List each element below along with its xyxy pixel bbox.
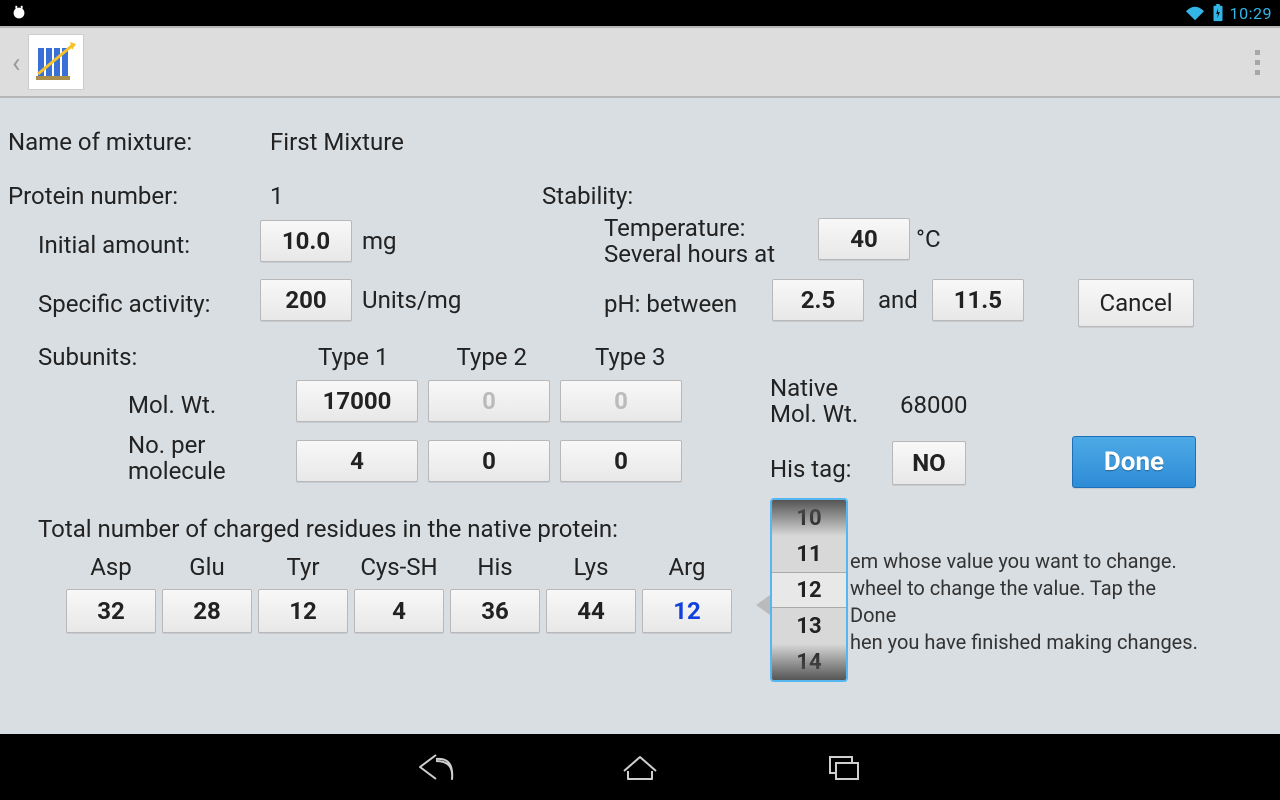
picker-item[interactable]: 11 [772, 536, 846, 572]
picker-item-selected[interactable]: 12 [772, 572, 846, 608]
action-bar: ‹ [0, 26, 1280, 98]
residue-input-lys[interactable]: 44 [546, 589, 636, 633]
nav-back-icon[interactable] [414, 751, 458, 783]
residue-input-glu[interactable]: 28 [162, 589, 252, 633]
wifi-icon [1184, 4, 1206, 22]
input-mw-type1[interactable]: 17000 [296, 380, 418, 422]
residue-input-asp[interactable]: 32 [66, 589, 156, 633]
value-protein-number: 1 [270, 182, 284, 210]
picker-item[interactable]: 10 [772, 500, 846, 536]
label-type1: Type 1 [318, 343, 388, 371]
residue-label-arg: Arg [668, 553, 705, 581]
unit-mg: mg [362, 227, 397, 255]
nav-home-icon[interactable] [618, 751, 662, 783]
overflow-menu-icon[interactable] [1247, 42, 1268, 83]
label-type2: Type 2 [456, 343, 526, 371]
label-temperature: Temperature: Several hours at [604, 215, 775, 268]
picker-item[interactable]: 13 [772, 608, 846, 644]
residue-input-cys[interactable]: 4 [354, 589, 444, 633]
residue-label-cys: Cys-SH [360, 553, 437, 581]
label-specific-activity: Specific activity: [38, 290, 210, 318]
input-specific-activity[interactable]: 200 [260, 279, 352, 321]
label-no-per-molecule: No. per molecule [128, 432, 226, 485]
residue-label-lys: Lys [573, 553, 608, 581]
label-native-mol-wt: Native Mol. Wt. [770, 375, 858, 428]
label-protein-number: Protein number: [8, 182, 178, 210]
label-subunits: Subunits: [38, 343, 137, 371]
status-bar: 10:29 [0, 0, 1280, 26]
input-ph-high[interactable]: 11.5 [932, 279, 1024, 321]
residue-input-arg[interactable]: 12 [642, 589, 732, 633]
cancel-button[interactable]: Cancel [1078, 279, 1194, 327]
nav-recent-icon[interactable] [822, 751, 866, 783]
label-and: and [878, 286, 918, 314]
input-initial-amount[interactable]: 10.0 [260, 220, 352, 262]
label-total-residues: Total number of charged residues in the … [38, 515, 618, 543]
label-his-tag: His tag: [770, 455, 852, 483]
input-mw-type3[interactable]: 0 [560, 380, 682, 422]
status-time: 10:29 [1230, 4, 1272, 23]
residue-label-tyr: Tyr [287, 553, 320, 581]
unit-unitsmg: Units/mg [362, 286, 461, 314]
app-icon[interactable] [28, 34, 84, 90]
back-caret-icon[interactable]: ‹ [12, 46, 20, 79]
unit-degc: °C [916, 225, 941, 253]
battery-charging-icon [1212, 4, 1224, 22]
residue-label-asp: Asp [90, 553, 132, 581]
value-native-mol-wt: 68000 [900, 391, 967, 419]
input-num-type3[interactable]: 0 [560, 440, 682, 482]
value-mixture-name: First Mixture [270, 128, 404, 156]
input-num-type2[interactable]: 0 [428, 440, 550, 482]
residue-label-his: His [477, 553, 512, 581]
input-mw-type2[interactable]: 0 [428, 380, 550, 422]
done-button[interactable]: Done [1072, 436, 1196, 488]
input-ph-low[interactable]: 2.5 [772, 279, 864, 321]
form-content: Name of mixture: First Mixture Protein n… [0, 98, 1280, 734]
picker-item[interactable]: 14 [772, 644, 846, 680]
number-picker[interactable]: 10 11 12 13 14 [770, 498, 848, 682]
label-stability: Stability: [542, 182, 633, 210]
toggle-his-tag[interactable]: NO [892, 441, 966, 485]
picker-arrow-icon [756, 595, 770, 615]
label-ph-between: pH: between [604, 290, 737, 318]
input-temperature[interactable]: 40 [818, 218, 910, 260]
residue-input-his[interactable]: 36 [450, 589, 540, 633]
label-type3: Type 3 [595, 343, 665, 371]
label-mixture-name: Name of mixture: [8, 128, 192, 156]
residue-input-tyr[interactable]: 12 [258, 589, 348, 633]
label-initial-amount: Initial amount: [38, 231, 190, 259]
residue-label-glu: Glu [189, 553, 224, 581]
label-mol-wt: Mol. Wt. [128, 391, 216, 419]
system-nav-bar [0, 734, 1280, 800]
input-num-type1[interactable]: 4 [296, 440, 418, 482]
android-debug-icon [8, 4, 30, 22]
instructions-text: em whose value you want to change. wheel… [850, 548, 1200, 656]
